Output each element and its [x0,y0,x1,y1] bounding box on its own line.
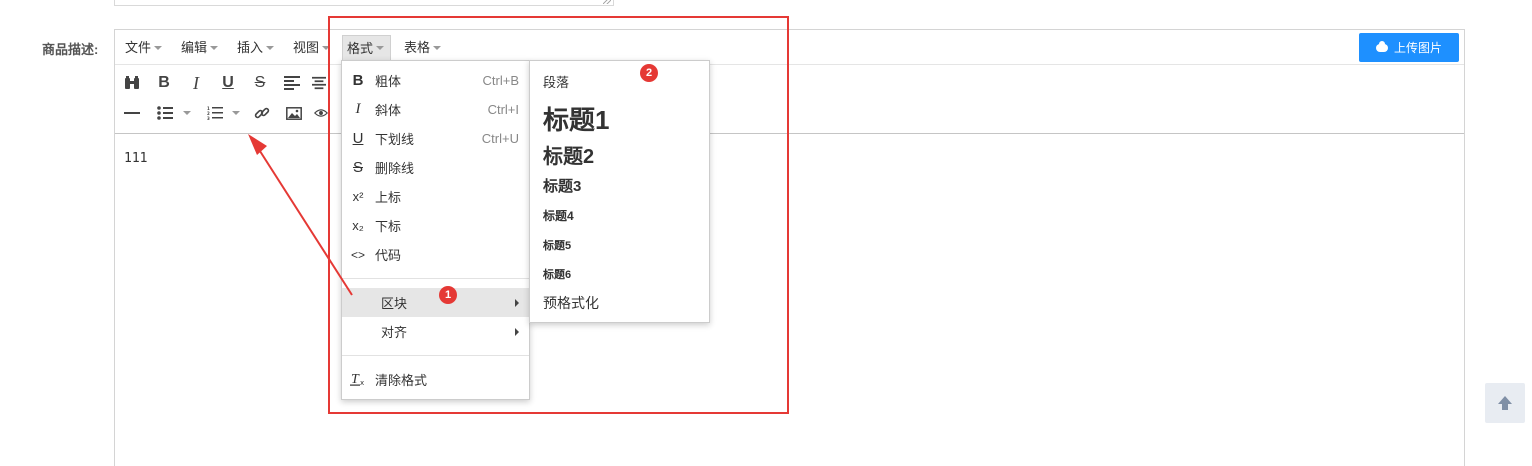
arrow-up-icon [1498,396,1512,410]
annotation-arrow [248,134,353,296]
back-to-top-button[interactable] [1485,383,1525,423]
